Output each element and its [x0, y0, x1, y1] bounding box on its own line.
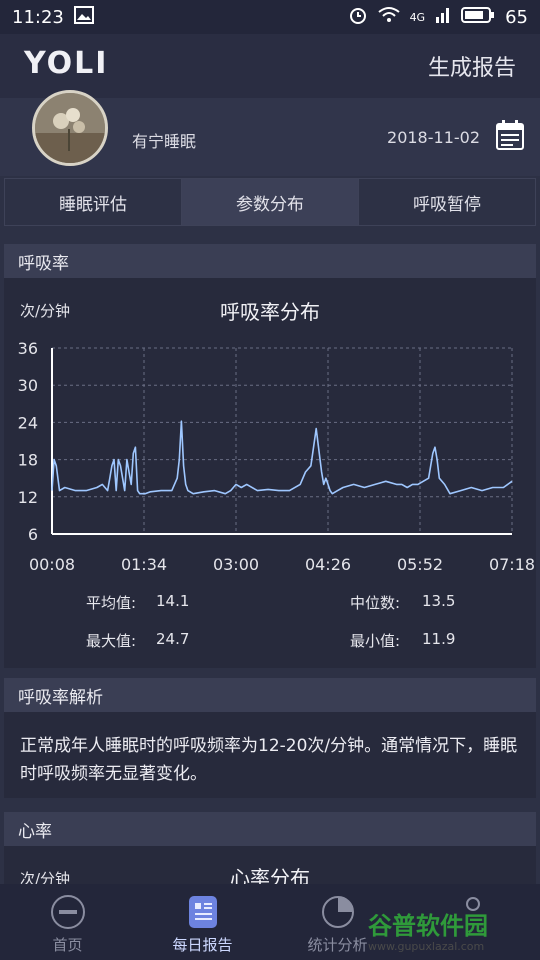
heart-chart-card: 次/分钟 心率分布 [4, 846, 536, 886]
wifi-icon [377, 6, 400, 29]
resp-chart: 36 30 24 18 12 6 00:08 01:34 03:00 04:26 05:52 07:1… [18, 339, 535, 574]
x-tick-label: 04:26 [305, 555, 351, 574]
network-type: 4G [409, 10, 426, 24]
x-tick-label: 03:00 [213, 555, 259, 574]
calendar-icon[interactable] [496, 120, 524, 150]
stat-max-label: 最大值: [86, 632, 137, 650]
y-tick-label: 12 [18, 488, 38, 507]
watermark-logo: 谷普软件园 www.gupuxlazal.com [366, 906, 530, 954]
tab-apnea[interactable]: 呼吸暂停 [359, 179, 535, 225]
resp-chart-card: 次/分钟 呼吸率分布 36 30 24 18 12 6 00:08 01:34 03:00 04:… [4, 278, 536, 668]
x-tick-label: 05:52 [397, 555, 443, 574]
nav-daily-report-label: 每日报告 [172, 936, 233, 954]
app-header: YOLI 生成报告 [0, 34, 540, 98]
status-bar: 11:23 4G 65 [0, 0, 540, 34]
stat-avg-label: 平均值: [86, 594, 137, 612]
y-tick-label: 30 [18, 376, 38, 395]
y-tick-label: 24 [18, 413, 38, 432]
stat-avg-value: 14.1 [156, 592, 190, 610]
stat-median-label: 中位数: [350, 594, 401, 612]
heart-chart-title: 心率分布 [230, 866, 310, 886]
series-line [51, 420, 513, 495]
status-time: 11:23 [12, 6, 64, 28]
avatar[interactable] [32, 90, 108, 166]
analysis-section-header: 呼吸率解析 [4, 678, 536, 712]
y-tick-label: 6 [28, 525, 38, 544]
app-logo: YOLI [24, 46, 109, 81]
heart-section-header: 心率 [4, 812, 536, 846]
y-tick-label: 36 [18, 339, 38, 358]
report-icon [188, 896, 217, 928]
stat-max-value: 24.7 [156, 630, 190, 648]
tab-parameter-distribution[interactable]: 参数分布 [182, 179, 359, 225]
resp-section-header: 呼吸率 [4, 244, 536, 278]
stat-median-value: 13.5 [422, 592, 456, 610]
nav-daily-report[interactable]: 每日报告 [135, 884, 270, 960]
chart-title: 呼吸率分布 [220, 300, 320, 324]
tab-sleep-assessment[interactable]: 睡眠评估 [5, 179, 182, 225]
profile-bar: 有宁睡眠 2018-11-02 [0, 90, 540, 176]
watermark-url: www.gupuxlazal.com [368, 940, 484, 953]
analysis-text: 正常成年人睡眠时的呼吸频率为12-20次/分钟。通常情况下，睡眠时呼吸频率无显著… [20, 736, 518, 784]
battery-icon [461, 6, 495, 29]
image-notification-icon [73, 5, 94, 29]
report-date: 2018-11-02 [387, 128, 480, 147]
signal-icon [435, 7, 451, 28]
nav-home[interactable]: 首页 [0, 884, 135, 960]
stat-min-label: 最小值: [350, 632, 401, 650]
x-tick-label: 07:18 [489, 555, 535, 574]
battery-level: 65 [505, 6, 528, 28]
x-tick-label: 01:34 [121, 555, 167, 574]
generate-report-button[interactable]: 生成报告 [428, 50, 516, 82]
stat-min-value: 11.9 [422, 630, 456, 648]
analysis-card: 正常成年人睡眠时的呼吸频率为12-20次/分钟。通常情况下，睡眠时呼吸频率无显著… [4, 712, 536, 798]
y-tick-label: 18 [18, 451, 38, 470]
nav-statistics-label: 统计分析 [307, 936, 368, 954]
alarm-icon [348, 5, 368, 30]
tab-bar: 睡眠评估 参数分布 呼吸暂停 [4, 178, 536, 226]
user-name: 有宁睡眠 [132, 132, 197, 151]
x-tick-label: 00:08 [29, 555, 75, 574]
watermark-title: 谷普软件园 [368, 912, 488, 940]
pie-chart-icon [321, 896, 354, 928]
yoli-home-icon [50, 895, 85, 929]
nav-home-label: 首页 [52, 936, 83, 954]
